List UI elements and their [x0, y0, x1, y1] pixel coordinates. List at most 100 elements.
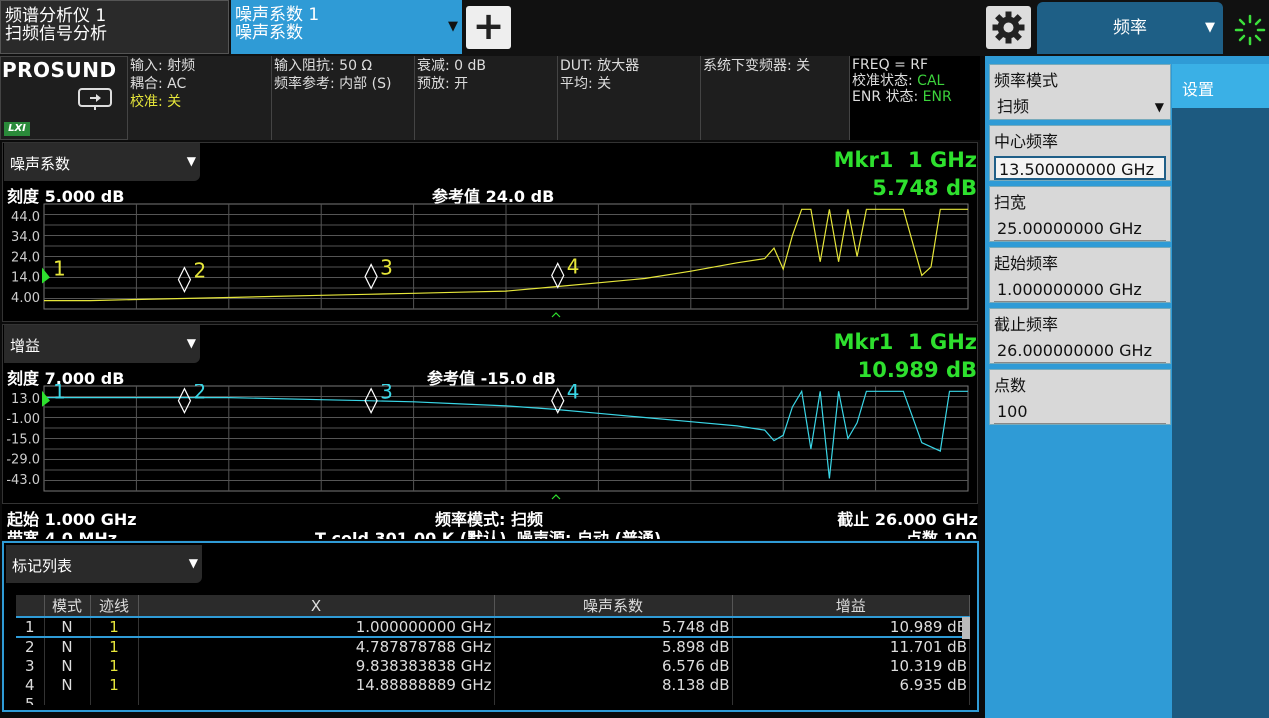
marker-noise-figure: 5.898 dB [494, 637, 733, 656]
settings-button[interactable] [986, 6, 1031, 49]
pane-title-label: 标记列表 [12, 557, 73, 575]
y-tick-label: 4.00 [11, 291, 40, 306]
points-label: 点数 [994, 376, 1027, 395]
dropdown-caret-icon: ▼ [1154, 100, 1164, 114]
marker-mode [44, 694, 91, 705]
measurement-tab-line2: 噪声系数 [235, 23, 303, 43]
frequency-menu-label: 频率 [1113, 18, 1147, 38]
gain-pane-title[interactable]: 增益 ▼ [4, 325, 200, 363]
marker-mode: N [44, 656, 91, 675]
noise-figure-plot[interactable]: 44.0 34.0 24.0 14.0 4.00 1 2 3 4 [2, 202, 978, 322]
points-input[interactable]: 100 [994, 400, 1166, 424]
marker-label: 1 [53, 384, 66, 404]
frequency-menu-tab[interactable]: 频率 ▼ [1037, 2, 1223, 54]
col-header-gain: 增益 [732, 595, 970, 617]
info-column-downconverter[interactable]: 系统下变频器: 关 [701, 56, 850, 140]
info-column-attenuation[interactable]: 衰减: 0 dB 预放: 开 [415, 56, 558, 140]
marker-mode: N [44, 616, 91, 638]
marker-trace: 1 [90, 656, 139, 675]
app-tab[interactable]: 频谱分析仪 1 扫频信号分析 [0, 0, 229, 54]
table-scrollbar[interactable] [962, 617, 970, 639]
pane-title-label: 噪声系数 [10, 155, 71, 173]
span-input[interactable]: 25.00000000 GHz [994, 217, 1166, 241]
y-tick-label: -1.00 [6, 412, 40, 427]
points-status: 点数 100 [906, 529, 977, 539]
start-frequency-input[interactable]: 1.000000000 GHz [994, 278, 1166, 302]
noise-figure-pane-title[interactable]: 噪声系数 ▼ [4, 143, 200, 181]
marker-label: 4 [567, 384, 580, 404]
table-row[interactable]: 5 [16, 694, 970, 705]
busy-indicator [1228, 4, 1269, 52]
add-measurement-button[interactable]: + [466, 6, 511, 49]
info-input: 输入: 射频 [130, 58, 196, 74]
marker-table-scroll[interactable]: 模式 迹线 X 噪声系数 增益 1 N 1 1.000000000 GHz 5.748 … [16, 595, 970, 705]
dropdown-caret-icon: ▼ [448, 19, 458, 34]
gain-plot[interactable]: 13.0 -1.00 -15.0 -29.0 -43.0 1 2 3 4 [2, 384, 978, 504]
marker-trace: 1 [90, 637, 139, 656]
marker-index: 4 [16, 675, 45, 694]
info-column-impedance[interactable]: 输入阻抗: 50 Ω 频率参考: 内部 (S) [272, 56, 415, 140]
center-frequency-field[interactable]: 中心频率 13.500000000 GHz [989, 125, 1171, 181]
marker-table-title[interactable]: 标记列表 ▼ [6, 545, 202, 583]
stop-frequency-input[interactable]: 26.000000000 GHz [994, 339, 1166, 363]
col-header-index [16, 595, 45, 617]
dropdown-caret-icon: ▼ [1205, 20, 1215, 35]
marker-noise-figure: 6.576 dB [494, 656, 733, 675]
info-downconverter: 系统下变频器: 关 [703, 58, 811, 74]
info-column-input[interactable]: 输入: 射频 耦合: AC 校准: 关 [128, 56, 272, 140]
col-header-trace: 迹线 [90, 595, 139, 617]
marker-gain: 6.935 dB [732, 675, 970, 694]
y-tick-label: 24.0 [11, 250, 40, 265]
col-header-noise-figure: 噪声系数 [494, 595, 733, 617]
marker-index: 2 [16, 637, 45, 656]
marker-trace: 1 [90, 675, 139, 694]
stop-frequency-label: 截止频率 [994, 315, 1059, 334]
y-tick-label: -29.0 [6, 453, 40, 468]
measurement-tab[interactable]: 噪声系数 1 噪声系数 ▼ [231, 0, 462, 54]
marker-label: 3 [380, 384, 393, 404]
marker-label: 4 [567, 254, 580, 278]
remote-display-icon[interactable] [78, 88, 112, 112]
pane-title-label: 增益 [10, 337, 41, 355]
marker-readout-value: 10.989 dB [857, 358, 977, 382]
marker-mode: N [44, 637, 91, 656]
tcold-status: T cold 301.00 K (默认) [315, 529, 507, 539]
table-row[interactable]: 3 N 1 9.838383838 GHz 6.576 dB 10.319 dB [16, 656, 970, 675]
y-tick-label: 34.0 [11, 230, 40, 245]
info-column-dut[interactable]: DUT: 放大器 平均: 关 [558, 56, 701, 140]
lxi-badge: LXI [4, 122, 30, 136]
dropdown-caret-icon: ▼ [186, 154, 196, 168]
center-frequency-icon [551, 494, 561, 500]
freq-mode-dropdown[interactable]: 频率模式 扫频 ▼ [989, 64, 1171, 120]
bandwidth-status: 带宽 4.0 MHz [7, 529, 118, 539]
table-row[interactable]: 4 N 1 14.88888889 GHz 8.138 dB 6.935 dB [16, 675, 970, 694]
table-row[interactable]: 1 N 1 1.000000000 GHz 5.748 dB 10.989 dB [16, 616, 970, 638]
marker-gain: 10.319 dB [732, 656, 970, 675]
marker-index: 5 [16, 694, 45, 705]
span-field[interactable]: 扫宽 25.00000000 GHz [989, 186, 1171, 242]
stop-frequency-field[interactable]: 截止频率 26.000000000 GHz [989, 308, 1171, 364]
center-frequency-input[interactable]: 13.500000000 GHz [994, 156, 1166, 180]
info-coupling: 耦合: AC [130, 76, 187, 92]
freq-mode-selected: 扫频 [997, 97, 1030, 116]
y-tick-label: -15.0 [6, 432, 40, 447]
info-dut: DUT: 放大器 [560, 58, 640, 74]
info-freq-line: FREQ = RF [852, 57, 929, 73]
dropdown-caret-icon: ▼ [186, 336, 196, 350]
table-row[interactable]: 2 N 1 4.787878788 GHz 5.898 dB 11.701 dB [16, 637, 970, 656]
marker-table-pane[interactable]: 标记列表 ▼ 模式 迹线 X 噪声系数 增益 1 N 1 1.000000000 GH… [2, 541, 979, 712]
marker-x: 4.787878788 GHz [138, 637, 495, 656]
measurement-tab-line1: 噪声系数 1 [235, 5, 320, 25]
marker-readout-freq: Mkr1 1 GHz [833, 330, 977, 354]
start-frequency-field[interactable]: 起始频率 1.000000000 GHz [989, 247, 1171, 303]
marker-label: 1 [53, 257, 66, 281]
info-cal-status: 校准状态: CAL [852, 73, 945, 89]
marker-label: 2 [193, 259, 206, 283]
points-field[interactable]: 点数 100 [989, 369, 1171, 425]
y-tick-label: 44.0 [11, 210, 40, 225]
tab-setup[interactable]: 设置 [1172, 64, 1269, 108]
info-freq-status: FREQ = RF 校准状态: CAL ENR 状态: ENR [850, 56, 980, 140]
table-header-row: 模式 迹线 X 噪声系数 增益 [16, 595, 970, 617]
app-tab-line2: 扫频信号分析 [5, 24, 107, 44]
info-freq-ref: 频率参考: 内部 (S) [274, 76, 392, 92]
